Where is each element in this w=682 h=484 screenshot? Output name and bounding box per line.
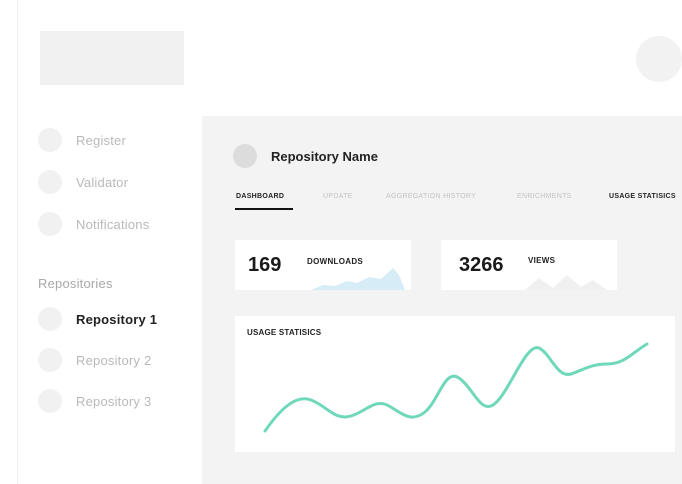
validator-icon	[38, 170, 62, 194]
usage-line-chart	[263, 342, 649, 433]
tab-aggregation-history[interactable]: AGGREGATION HISTORY	[386, 193, 476, 200]
sidebar-item-label: Validator	[76, 174, 129, 190]
notifications-icon	[38, 212, 62, 236]
downloads-sparkline	[311, 268, 405, 290]
repository-name: Repository Name	[271, 148, 378, 164]
repository-icon	[38, 307, 62, 331]
sidebar-item-repository-3[interactable]: Repository 3	[38, 388, 151, 414]
register-icon	[38, 128, 62, 152]
user-avatar[interactable]	[636, 36, 682, 82]
sidebar-item-register[interactable]: Register	[38, 127, 126, 153]
repositories-heading: Repositories	[38, 276, 113, 291]
tab-enrichments[interactable]: ENRICHMENTS	[517, 193, 572, 200]
active-tab-indicator	[235, 208, 293, 210]
views-sparkline	[525, 275, 607, 290]
sidebar-item-label: Repository 1	[76, 311, 158, 327]
tab-usage-statistics[interactable]: USAGE STATISICS	[609, 193, 676, 200]
tab-update[interactable]: UPDATE	[323, 193, 353, 200]
sidebar-item-label: Repository 2	[76, 352, 152, 368]
repository-header: Repository Name	[233, 144, 378, 168]
sidebar-divider	[17, 0, 18, 484]
sidebar-item-repository-2[interactable]: Repository 2	[38, 347, 151, 373]
repository-icon	[38, 389, 62, 413]
sidebar-item-label: Register	[76, 132, 127, 148]
sidebar-item-notifications[interactable]: Notifications	[38, 211, 149, 237]
logo-placeholder	[40, 31, 184, 85]
repository-icon	[233, 144, 257, 168]
tab-dashboard[interactable]: DASHBOARD	[236, 193, 284, 200]
sidebar-item-label: Repository 3	[76, 393, 152, 409]
sidebar-item-validator[interactable]: Validator	[38, 169, 128, 195]
sidebar-item-label: Notifications	[76, 216, 150, 232]
sidebar-item-repository-1[interactable]: Repository 1	[38, 306, 157, 332]
repository-icon	[38, 348, 62, 372]
